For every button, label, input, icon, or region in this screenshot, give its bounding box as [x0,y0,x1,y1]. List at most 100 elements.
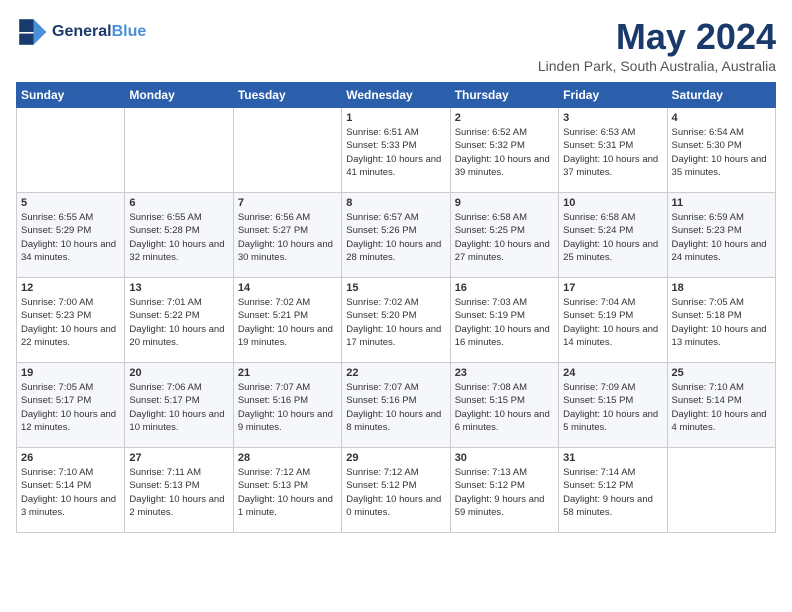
day-info: Sunrise: 6:59 AMSunset: 5:23 PMDaylight:… [672,211,771,264]
day-cell: 21Sunrise: 7:07 AMSunset: 5:16 PMDayligh… [233,363,341,448]
day-cell: 12 Sunrise: 7:00 AMSunset: 5:23 PMDayligh… [17,278,125,363]
day-info: Sunrise: 6:51 AMSunset: 5:33 PMDaylight:… [346,126,445,179]
day-info: Sunrise: 7:08 AMSunset: 5:15 PMDaylight:… [455,381,554,434]
day-cell: 26Sunrise: 7:10 AMSunset: 5:14 PMDayligh… [17,448,125,533]
day-info: Sunrise: 6:54 AMSunset: 5:30 PMDaylight:… [672,126,771,179]
header-thursday: Thursday [450,83,558,108]
day-cell: 9 Sunrise: 6:58 AMSunset: 5:25 PMDaylight… [450,193,558,278]
logo: GeneralBlue [16,16,146,48]
logo-icon [16,16,48,48]
day-cell [233,108,341,193]
day-cell: 4 Sunrise: 6:54 AMSunset: 5:30 PMDaylight… [667,108,775,193]
day-number: 3 [563,112,662,124]
day-info: Sunrise: 7:01 AMSunset: 5:22 PMDaylight:… [129,296,228,349]
day-number: 30 [455,452,554,464]
day-cell: 30 Sunrise: 7:13 AMSunset: 5:12 PMDayligh… [450,448,558,533]
week-row-2: 12 Sunrise: 7:00 AMSunset: 5:23 PMDayligh… [17,278,776,363]
day-info: Sunrise: 7:10 AMSunset: 5:14 PMDaylight:… [672,381,771,434]
day-cell: 22 Sunrise: 7:07 AMSunset: 5:16 PMDayligh… [342,363,450,448]
week-row-4: 26Sunrise: 7:10 AMSunset: 5:14 PMDayligh… [17,448,776,533]
day-cell: 16Sunrise: 7:03 AMSunset: 5:19 PMDayligh… [450,278,558,363]
day-cell [125,108,233,193]
day-number: 13 [129,282,228,294]
day-number: 4 [672,112,771,124]
day-number: 12 [21,282,120,294]
day-number: 9 [455,197,554,209]
header-sunday: Sunday [17,83,125,108]
calendar-table: SundayMondayTuesdayWednesdayThursdayFrid… [16,82,776,533]
day-number: 11 [672,197,771,209]
day-number: 31 [563,452,662,464]
day-number: 17 [563,282,662,294]
day-cell: 25Sunrise: 7:10 AMSunset: 5:14 PMDayligh… [667,363,775,448]
header-tuesday: Tuesday [233,83,341,108]
day-info: Sunrise: 6:56 AMSunset: 5:27 PMDaylight:… [238,211,337,264]
header-monday: Monday [125,83,233,108]
day-cell: 1 Sunrise: 6:51 AMSunset: 5:33 PMDaylight… [342,108,450,193]
day-number: 2 [455,112,554,124]
month-year: May 2024 [538,16,776,58]
header-wednesday: Wednesday [342,83,450,108]
day-cell [17,108,125,193]
header-saturday: Saturday [667,83,775,108]
day-number: 23 [455,367,554,379]
page-header: GeneralBlue May 2024 Linden Park, South … [16,16,776,74]
day-info: Sunrise: 7:04 AMSunset: 5:19 PMDaylight:… [563,296,662,349]
day-cell: 18Sunrise: 7:05 AMSunset: 5:18 PMDayligh… [667,278,775,363]
day-cell: 14Sunrise: 7:02 AMSunset: 5:21 PMDayligh… [233,278,341,363]
day-number: 19 [21,367,120,379]
day-info: Sunrise: 7:10 AMSunset: 5:14 PMDaylight:… [21,466,120,519]
calendar-header-row: SundayMondayTuesdayWednesdayThursdayFrid… [17,83,776,108]
day-info: Sunrise: 7:00 AMSunset: 5:23 PMDaylight:… [21,296,120,349]
day-info: Sunrise: 7:05 AMSunset: 5:17 PMDaylight:… [21,381,120,434]
day-info: Sunrise: 6:58 AMSunset: 5:25 PMDaylight:… [455,211,554,264]
day-cell: 15Sunrise: 7:02 AMSunset: 5:20 PMDayligh… [342,278,450,363]
day-number: 8 [346,197,445,209]
day-info: Sunrise: 6:58 AMSunset: 5:24 PMDaylight:… [563,211,662,264]
day-cell: 2 Sunrise: 6:52 AMSunset: 5:32 PMDaylight… [450,108,558,193]
day-cell: 20Sunrise: 7:06 AMSunset: 5:17 PMDayligh… [125,363,233,448]
day-info: Sunrise: 6:55 AMSunset: 5:29 PMDaylight:… [21,211,120,264]
day-info: Sunrise: 7:07 AMSunset: 5:16 PMDaylight:… [346,381,445,434]
day-info: Sunrise: 7:02 AMSunset: 5:21 PMDaylight:… [238,296,337,349]
day-number: 5 [21,197,120,209]
day-cell: 24Sunrise: 7:09 AMSunset: 5:15 PMDayligh… [559,363,667,448]
day-info: Sunrise: 7:02 AMSunset: 5:20 PMDaylight:… [346,296,445,349]
day-cell: 31 Sunrise: 7:14 AMSunset: 5:12 PMDayligh… [559,448,667,533]
day-number: 21 [238,367,337,379]
day-info: Sunrise: 7:05 AMSunset: 5:18 PMDaylight:… [672,296,771,349]
day-number: 10 [563,197,662,209]
week-row-3: 19 Sunrise: 7:05 AMSunset: 5:17 PMDayligh… [17,363,776,448]
day-info: Sunrise: 6:57 AMSunset: 5:26 PMDaylight:… [346,211,445,264]
day-info: Sunrise: 7:13 AMSunset: 5:12 PMDaylight:… [455,466,554,519]
day-cell: 3 Sunrise: 6:53 AMSunset: 5:31 PMDaylight… [559,108,667,193]
title-area: May 2024 Linden Park, South Australia, A… [538,16,776,74]
day-cell: 10 Sunrise: 6:58 AMSunset: 5:24 PMDayligh… [559,193,667,278]
day-number: 22 [346,367,445,379]
day-number: 29 [346,452,445,464]
day-number: 6 [129,197,228,209]
day-info: Sunrise: 7:12 AMSunset: 5:13 PMDaylight:… [238,466,337,519]
day-number: 16 [455,282,554,294]
day-number: 1 [346,112,445,124]
day-info: Sunrise: 6:53 AMSunset: 5:31 PMDaylight:… [563,126,662,179]
day-number: 27 [129,452,228,464]
day-info: Sunrise: 7:11 AMSunset: 5:13 PMDaylight:… [129,466,228,519]
day-cell: 11 Sunrise: 6:59 AMSunset: 5:23 PMDayligh… [667,193,775,278]
day-cell: 8 Sunrise: 6:57 AMSunset: 5:26 PMDaylight… [342,193,450,278]
week-row-0: 1 Sunrise: 6:51 AMSunset: 5:33 PMDaylight… [17,108,776,193]
day-cell: 23 Sunrise: 7:08 AMSunset: 5:15 PMDayligh… [450,363,558,448]
day-cell: 7Sunrise: 6:56 AMSunset: 5:27 PMDaylight… [233,193,341,278]
day-info: Sunrise: 6:52 AMSunset: 5:32 PMDaylight:… [455,126,554,179]
day-cell: 29 Sunrise: 7:12 AMSunset: 5:12 PMDayligh… [342,448,450,533]
logo-text: GeneralBlue [52,23,146,41]
day-cell: 19 Sunrise: 7:05 AMSunset: 5:17 PMDayligh… [17,363,125,448]
day-info: Sunrise: 6:55 AMSunset: 5:28 PMDaylight:… [129,211,228,264]
location: Linden Park, South Australia, Australia [538,58,776,74]
day-info: Sunrise: 7:12 AMSunset: 5:12 PMDaylight:… [346,466,445,519]
day-info: Sunrise: 7:14 AMSunset: 5:12 PMDaylight:… [563,466,662,519]
day-number: 28 [238,452,337,464]
day-number: 24 [563,367,662,379]
day-number: 20 [129,367,228,379]
day-cell: 6 Sunrise: 6:55 AMSunset: 5:28 PMDaylight… [125,193,233,278]
